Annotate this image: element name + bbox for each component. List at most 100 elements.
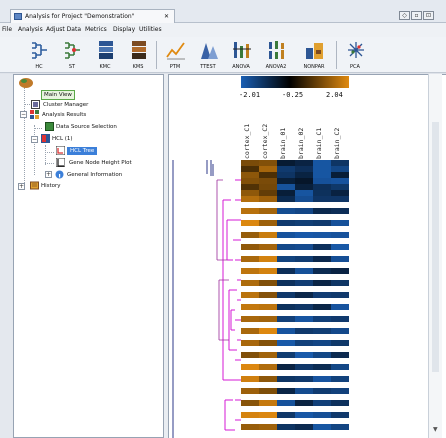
tree-node-analysis-results[interactable]: Analysis Results	[42, 111, 86, 119]
general-information-icon	[55, 170, 64, 179]
scroll-down-arrow-icon[interactable]: ▼	[433, 426, 438, 433]
hcl-icon	[41, 134, 50, 143]
tree-guide-line	[34, 128, 42, 129]
analysis-window-icon	[14, 13, 22, 20]
nonparametric-icon	[306, 43, 323, 59]
menu-file[interactable]: File	[2, 26, 12, 33]
tree-guide-line	[45, 145, 46, 165]
tree-node-main-view[interactable]: Main View	[41, 90, 75, 100]
maximize-button[interactable]: ⊡	[423, 11, 434, 20]
minimize-button[interactable]: ▫	[411, 11, 422, 20]
ttest-button[interactable]: TTEST	[194, 38, 222, 71]
nonpar-label: NONPAR	[303, 64, 325, 70]
menu-bar: File Analysis Adjust Data Metrics Displa…	[0, 23, 446, 37]
st-label: ST	[68, 64, 76, 70]
tree-node-hcl[interactable]: HCL (1)	[52, 135, 73, 143]
tree-guide-line	[24, 104, 30, 105]
restore-button[interactable]: ◇	[399, 11, 410, 20]
heatmap-row	[241, 430, 349, 436]
tree-guide-line	[45, 152, 54, 153]
column-label: brain_C1	[315, 127, 323, 159]
kmc-label: KMC	[99, 64, 111, 70]
navigation-tree-pane: Main View Cluster Manager − Analysis Res…	[13, 74, 164, 438]
analysis-tab-title: Analysis for Project "Demonstration"	[25, 13, 135, 20]
menu-analysis[interactable]: Analysis	[18, 26, 43, 33]
nonpar-button[interactable]: NONPAR	[300, 38, 328, 71]
expand-general-information-icon[interactable]: +	[45, 171, 52, 178]
gene-dendrogram	[172, 160, 241, 438]
two-factor-anova-icon	[269, 41, 284, 59]
left-gutter	[0, 74, 13, 438]
heatmap-cell	[295, 430, 313, 436]
kms-label: KMS	[132, 64, 144, 70]
analysis-results-icon	[30, 110, 39, 119]
ptm-label: PTM	[169, 64, 181, 70]
menu-metrics[interactable]: Metrics	[85, 26, 107, 33]
kmeans-cluster-icon	[99, 41, 113, 59]
hcl-tree-icon	[56, 146, 65, 155]
column-label: cortex_C2	[261, 123, 269, 159]
pca-label: PCA	[350, 64, 360, 70]
analysis-toolbar: HC ST KMC KMS PTM TTEST ANOVA ANOVA2 NON…	[0, 37, 446, 73]
column-label: brain_02	[297, 127, 305, 159]
heatmap-cell	[331, 430, 349, 436]
pca-button[interactable]: PCA	[341, 38, 369, 71]
analysis-tab[interactable]: Analysis for Project "Demonstration" ✕	[10, 9, 175, 23]
color-scale-bar	[241, 76, 349, 88]
tree-node-general-information[interactable]: General Information	[67, 171, 122, 177]
column-label: brain_C2	[333, 127, 341, 159]
anova2-label: ANOVA2	[265, 64, 287, 70]
expand-history-icon[interactable]: +	[18, 183, 25, 190]
scale-mid-label: -0.25	[282, 91, 304, 99]
tree-guide-line	[24, 87, 25, 187]
anova2-button[interactable]: ANOVA2	[262, 38, 290, 71]
anova-button[interactable]: ANOVA	[227, 38, 255, 71]
tree-node-history[interactable]: History	[41, 182, 61, 190]
heatmap-cell	[277, 430, 295, 436]
st-button[interactable]: ST	[58, 38, 86, 71]
menu-utilities[interactable]: Utilities	[139, 26, 162, 33]
support-tree-icon	[65, 42, 80, 59]
tree-node-data-source-selection[interactable]: Data Source Selection	[56, 123, 117, 131]
tree-guide-line	[45, 163, 54, 164]
scale-min-label: -2.01	[239, 91, 261, 99]
anova-label: ANOVA	[232, 64, 250, 70]
expression-heatmap	[241, 160, 349, 436]
tree-node-cluster-manager[interactable]: Cluster Manager	[43, 101, 88, 109]
column-label: brain_01	[279, 127, 287, 159]
heatmap-cell	[313, 430, 331, 436]
menu-adjust-data[interactable]: Adjust Data	[46, 26, 81, 33]
pca-icon	[348, 42, 364, 58]
kmeans-support-icon	[132, 41, 146, 59]
tree-guide-line	[34, 125, 35, 175]
scrollbar-thumb[interactable]	[432, 122, 439, 372]
anova-icon	[233, 42, 251, 58]
data-source-icon	[45, 122, 54, 131]
hierarchical-tree-icon	[32, 42, 47, 59]
kms-button[interactable]: KMS	[124, 38, 152, 71]
ptm-button[interactable]: PTM	[161, 38, 189, 71]
heatmap-cell	[241, 430, 259, 436]
template-match-icon	[166, 42, 185, 60]
window-titlebar: Analysis for Project "Demonstration" ✕ ◇…	[0, 0, 446, 23]
main-view-icon	[19, 78, 33, 88]
tree-node-hcl-tree[interactable]: HCL Tree	[67, 147, 98, 155]
menu-display[interactable]: Display	[113, 26, 135, 33]
ttest-label: TTEST	[200, 64, 216, 70]
close-tab-icon[interactable]: ✕	[164, 10, 169, 23]
kmc-button[interactable]: KMC	[91, 38, 119, 71]
collapse-hcl-icon[interactable]: −	[31, 136, 38, 143]
scale-max-label: 2.04	[326, 91, 343, 99]
hc-label: HC	[35, 64, 43, 70]
column-label: cortex_C1	[243, 123, 251, 159]
heatmap-cell	[259, 430, 277, 436]
hc-button[interactable]: HC	[25, 38, 53, 71]
app-window: Analysis for Project "Demonstration" ✕ ◇…	[0, 0, 446, 438]
collapse-analysis-results-icon[interactable]: −	[20, 111, 27, 118]
cluster-manager-icon	[31, 100, 40, 109]
node-height-plot-icon	[56, 158, 65, 167]
ttest-icon	[201, 43, 218, 59]
tree-node-gene-node-height-plot[interactable]: Gene Node Height Plot	[69, 159, 132, 167]
vertical-scrollbar[interactable]: ▲ ▼	[428, 74, 442, 438]
hcl-tree-viewer: -2.01 -0.25 2.04 cortex_C1 cortex_C2 bra…	[168, 74, 446, 438]
